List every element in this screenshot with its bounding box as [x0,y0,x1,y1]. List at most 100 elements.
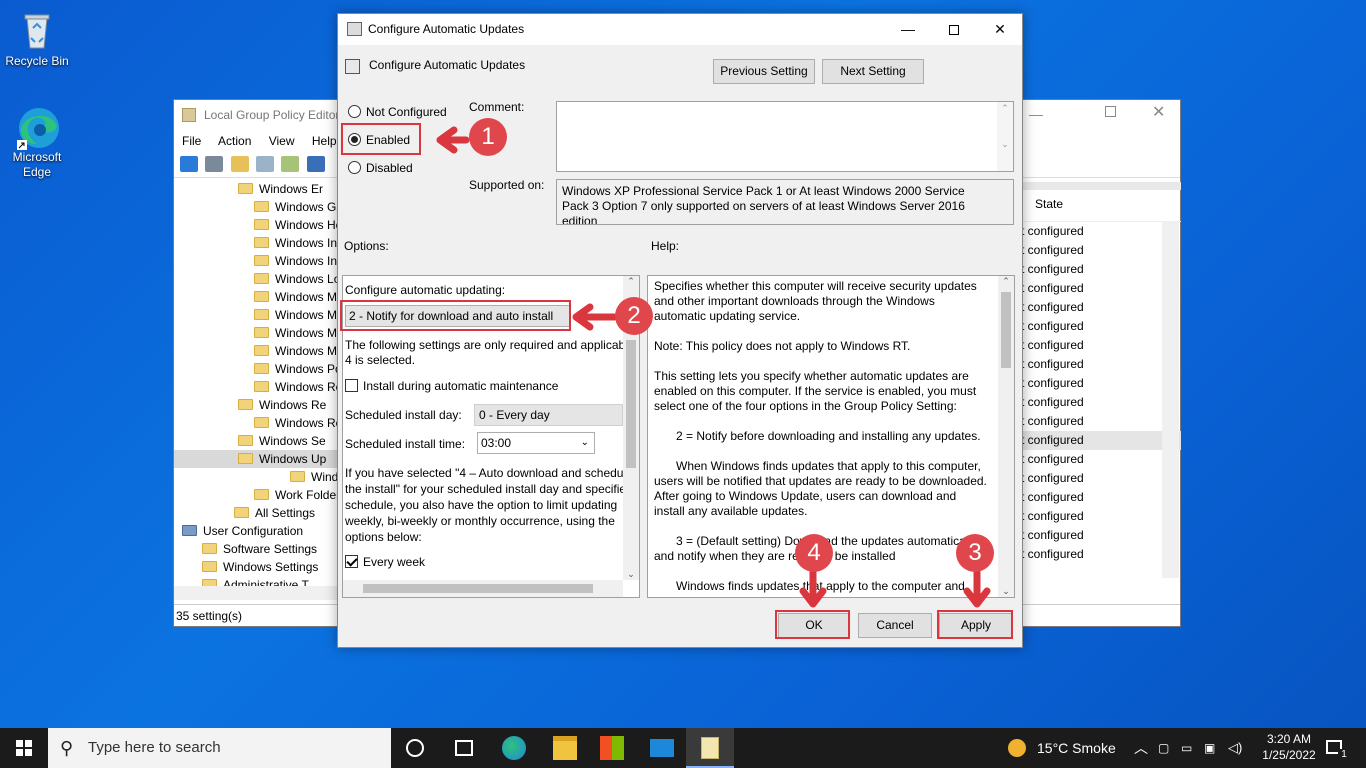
store-icon[interactable] [600,736,624,760]
file-explorer-icon[interactable] [553,736,577,760]
network-icon[interactable]: ▭ [1181,728,1192,768]
gpe-close-button[interactable]: ✕ [1152,102,1165,122]
state-cell[interactable]: t configured [1019,317,1181,336]
tree-item[interactable]: Windows M [174,288,339,306]
install-day-dropdown[interactable]: 0 - Every day [474,404,623,426]
state-cell[interactable]: t configured [1019,222,1181,241]
menu-action[interactable]: Action [218,134,251,148]
state-cell[interactable]: t configured [1019,336,1181,355]
state-cell[interactable]: t configured [1019,469,1181,488]
tree-item[interactable]: Windows He [174,216,339,234]
search-placeholder: Type here to search [88,739,221,756]
forward-arrow-icon[interactable] [205,156,224,172]
desktop-icon-recycle-bin[interactable]: Recycle Bin [1,8,73,68]
state-cell[interactable]: t configured [1019,431,1181,450]
every-week-checkbox[interactable] [345,555,358,568]
tree-item[interactable]: ›Windows Er [174,180,339,198]
menu-help[interactable]: Help [312,134,337,148]
maintenance-checkbox[interactable] [345,379,358,392]
menu-file[interactable]: File [182,134,201,148]
tree-item[interactable]: ›Windows Settings [174,558,339,576]
state-cell[interactable]: t configured [1019,488,1181,507]
tree-item[interactable]: ⌄Windows Up [174,450,339,468]
tree-item[interactable]: All Settings [174,504,339,522]
volume-icon[interactable]: ◁) [1228,728,1242,768]
meet-now-icon[interactable]: ▢ [1158,728,1169,768]
help-vscrollbar[interactable]: ⌃ ⌄ [998,276,1014,597]
next-setting-button[interactable]: Next Setting [822,59,924,84]
comment-textarea[interactable]: ⌃ ⌄ [556,101,1014,172]
tree-item[interactable]: ⌄User Configuration [174,522,339,540]
previous-setting-button[interactable]: Previous Setting [713,59,815,84]
folder-icon [254,327,269,338]
tree-item[interactable]: Work Folder [174,486,339,504]
tree-item[interactable]: Windows Re [174,414,339,432]
clock[interactable]: 3:20 AM 1/25/2022 [1258,731,1320,763]
state-cell[interactable]: t configured [1019,298,1181,317]
gpe-settings-vscrollbar[interactable] [1162,222,1179,578]
state-cell[interactable]: t configured [1019,507,1181,526]
tree-item[interactable]: Windows Ga [174,198,339,216]
display-icon[interactable]: ▣ [1204,728,1215,768]
export-list-icon[interactable] [281,156,300,172]
state-cell[interactable]: t configured [1019,526,1181,545]
state-cell[interactable]: t configured [1019,241,1181,260]
cortana-icon[interactable] [406,739,424,757]
tree-item[interactable]: Windows M [174,306,339,324]
radio-disabled[interactable]: Disabled [348,161,413,175]
help-scroll-thumb[interactable] [1001,292,1011,368]
every-week-checkbox-row[interactable]: Every week [345,555,425,569]
gpe-minimize-button[interactable]: — [1029,106,1043,122]
radio-not-configured-circle[interactable] [348,105,361,118]
mail-icon[interactable] [650,739,674,757]
tree-item[interactable]: Windows Po [174,360,339,378]
up-folder-icon[interactable] [230,156,249,172]
state-cell[interactable]: t configured [1019,450,1181,469]
show-hide-tree-icon[interactable] [256,156,275,172]
options-scroll-thumb[interactable] [626,340,636,468]
taskbar-search-box[interactable]: ⚲ Type here to search [48,728,391,768]
tree-item[interactable]: Windows M [174,324,339,342]
state-cell[interactable]: t configured [1019,545,1181,564]
tree-item[interactable]: ›Windows Re [174,396,339,414]
state-cell[interactable]: t configured [1019,374,1181,393]
tree-item[interactable]: Windows Re [174,378,339,396]
state-cell[interactable]: t configured [1019,279,1181,298]
tree-item[interactable]: Windows In [174,252,339,270]
cancel-button[interactable]: Cancel [858,613,932,638]
maximize-button[interactable] [931,14,977,45]
tree-item[interactable]: ›Windows Se [174,432,339,450]
state-cell[interactable]: t configured [1019,393,1181,412]
back-arrow-icon[interactable] [180,156,198,172]
state-cell[interactable]: t configured [1019,412,1181,431]
comment-scrollbar[interactable]: ⌃ ⌄ [997,102,1013,171]
menu-view[interactable]: View [269,134,295,148]
install-time-dropdown[interactable]: 03:00 ⌄ [477,432,595,454]
desktop-icon-edge[interactable]: Microsoft Edge [1,104,73,180]
tree-item[interactable]: Window [174,468,339,486]
tree-item[interactable]: Windows In [174,234,339,252]
weather-text[interactable]: 15°C Smoke [1037,728,1116,768]
install-time-value: 03:00 [481,436,512,450]
close-button[interactable]: ✕ [977,14,1023,45]
edge-taskbar-icon[interactable] [502,736,526,760]
state-column-header[interactable]: State [1019,182,1181,222]
tree-item[interactable]: Windows Lo [174,270,339,288]
state-cell[interactable]: t configured [1019,260,1181,279]
chevron-up-icon[interactable]: ︿ [1134,728,1148,768]
gpe-tree-hscrollbar[interactable] [174,586,339,600]
help-icon[interactable] [306,156,325,172]
tree-item[interactable]: Windows M [174,342,339,360]
tree-item[interactable]: ›Software Settings [174,540,339,558]
minimize-button[interactable]: — [885,14,931,45]
active-app-highlight[interactable] [686,728,734,768]
start-button[interactable] [0,728,48,768]
radio-not-configured[interactable]: Not Configured [348,105,447,119]
state-cell[interactable]: t configured [1019,355,1181,374]
options-hscrollbar[interactable] [343,580,623,597]
maintenance-checkbox-row[interactable]: Install during automatic maintenance [345,379,558,393]
gpe-maximize-button[interactable] [1105,106,1116,117]
options-hscroll-thumb[interactable] [363,584,593,593]
radio-disabled-circle[interactable] [348,161,361,174]
task-view-icon[interactable] [455,740,473,756]
